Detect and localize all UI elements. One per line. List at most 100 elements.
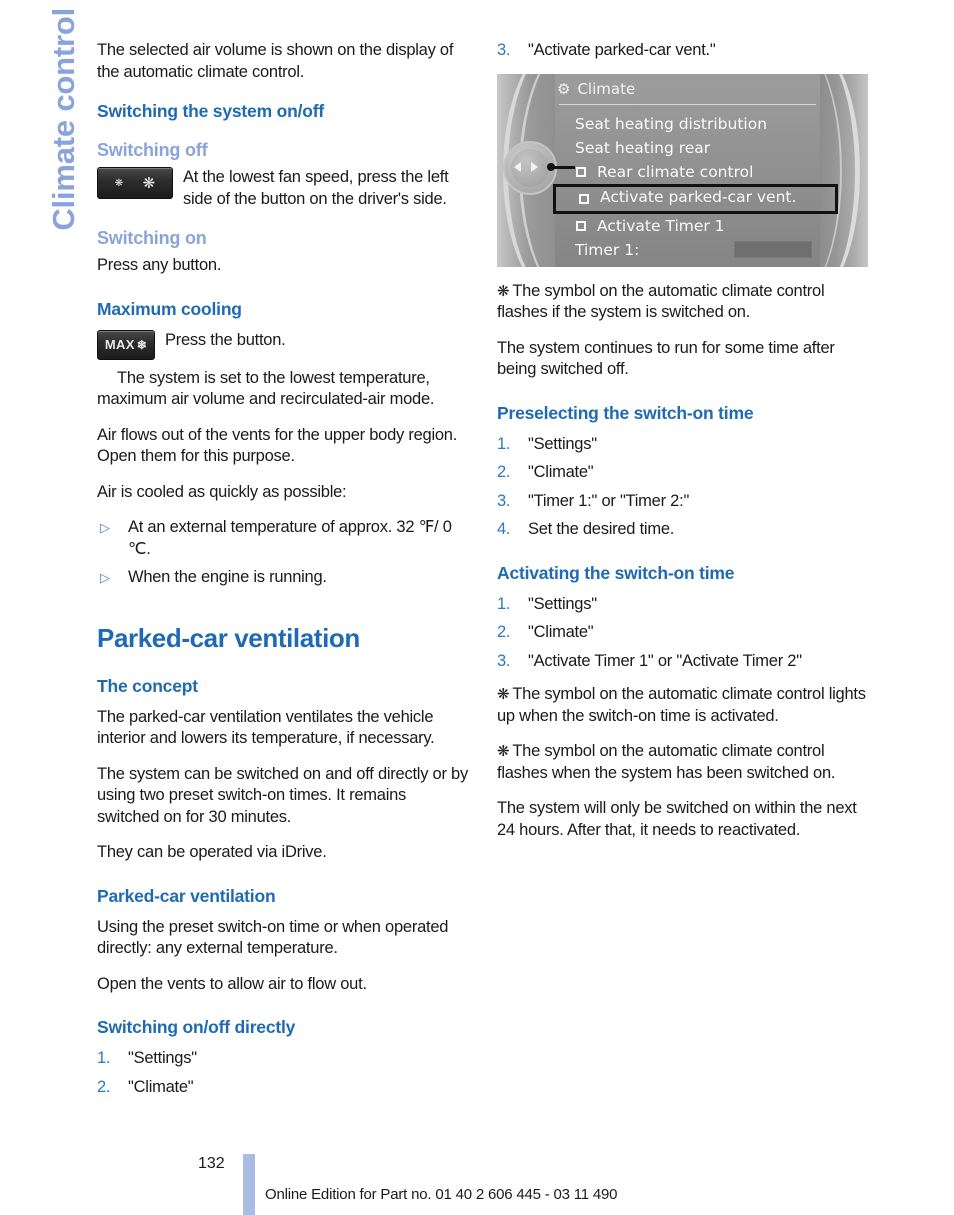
idrive-header: ⚙ Climate <box>557 80 820 98</box>
page-number: 132 <box>198 1155 225 1172</box>
continues-paragraph: The system continues to run for some tim… <box>497 338 835 379</box>
vents-paragraph: Air flows out of the vents for the upper… <box>97 425 458 466</box>
gear-icon: ⚙ <box>557 79 571 98</box>
step-label: "Settings" <box>128 1049 197 1067</box>
heading-switching-system: Switching the system on/off <box>97 101 324 121</box>
max-button-label: MAX <box>104 337 135 352</box>
step-number: 4. <box>497 520 511 538</box>
manual-page: Climate control The selected air volume … <box>0 0 954 1215</box>
fan-large-icon: ❋ <box>142 175 156 192</box>
activating-steps: 1. "Settings" 2. "Climate" 3. "Activate … <box>497 594 869 673</box>
idrive-title: Climate <box>577 79 636 98</box>
snowflake-icon: ❄ <box>136 337 148 352</box>
idrive-header-rule <box>559 103 816 105</box>
menu-item-timer-1[interactable]: Timer 1: <box>575 238 826 262</box>
list-item: ▷ At an external temperature of approx. … <box>97 517 469 560</box>
arrow-right-icon <box>531 161 538 172</box>
step-number: 3. <box>497 41 511 59</box>
triangle-bullet-icon: ▷ <box>100 520 110 535</box>
right-column: 3. "Activate parked-car vent." ⚙ Climate <box>497 40 869 855</box>
concept-paragraph-3: They can be operated via iDrive. <box>97 843 327 861</box>
chapter-side-tab: Climate control <box>46 8 81 231</box>
menu-item-label: Rear climate control <box>597 162 754 181</box>
menu-item-rear-climate-control[interactable]: Rear climate control <box>575 160 826 184</box>
menu-item-label: Activate Timer 1 <box>597 216 725 235</box>
list-item: 3. "Activate Timer 1" or "Activate Timer… <box>497 651 869 673</box>
step-label: "Activate Timer 1" or "Activate Timer 2" <box>528 651 802 670</box>
concept-paragraph-2: The system can be switched on and off di… <box>97 764 468 826</box>
step-label: "Climate" <box>528 463 594 481</box>
heading-preselecting: Preselecting the switch-on time <box>497 402 754 423</box>
leader-line <box>549 165 575 169</box>
list-item-label: At an external temperature of approx. 32… <box>128 518 452 558</box>
note-flashes-text: The symbol on the automatic climate cont… <box>497 281 825 322</box>
last-paragraph: The system will only be switched on with… <box>497 799 857 839</box>
pcv-paragraph-2: Open the vents to allow air to flow out. <box>97 974 367 993</box>
subheading-switching-off: Switching off <box>97 140 208 160</box>
menu-item-activate-timer-1[interactable]: Activate Timer 1 <box>575 214 826 238</box>
list-item: 3. "Timer 1:" or "Timer 2:" <box>497 491 869 513</box>
list-item: 1. "Settings" <box>97 1048 469 1070</box>
checkbox-icon[interactable] <box>579 193 589 204</box>
heading-parked-car-ventilation-2: Parked-car ventilation <box>97 885 276 906</box>
heading-maximum-cooling: Maximum cooling <box>97 298 242 319</box>
menu-item-activate-timer-2[interactable]: Activate Timer 2 <box>575 262 826 267</box>
step-number: 1. <box>497 594 511 613</box>
menu-item-seat-heating-rear[interactable]: Seat heating rear <box>575 136 826 160</box>
menu-item-label: Activate Timer 2 <box>597 265 725 267</box>
menu-item-activate-parked-car-vent[interactable]: Activate parked-car vent. <box>553 183 838 214</box>
note-lights-up: ❋ The symbol on the automatic climate con… <box>497 684 869 727</box>
max-cooling-button: MAX ❄ <box>97 329 155 360</box>
arrow-left-icon <box>514 161 521 172</box>
timer-1-value-field[interactable] <box>734 240 812 258</box>
list-item: 2. "Climate" <box>497 462 869 484</box>
list-item: 1. "Settings" <box>497 434 869 456</box>
note-flashes-2: ❋ The symbol on the automatic climate con… <box>497 741 869 784</box>
step-label: Set the desired time. <box>528 520 675 538</box>
step-number: 2. <box>97 1077 111 1096</box>
heading-the-concept: The concept <box>97 675 198 696</box>
menu-item-label: Seat heating distribution <box>575 114 768 133</box>
note-flashes: ❋ The symbol on the automatic climate con… <box>497 281 869 324</box>
pcv-paragraph-1: Using the preset switch-on time or when … <box>97 917 449 958</box>
list-item-label: When the engine is running. <box>128 568 327 586</box>
checkbox-icon[interactable] <box>576 166 586 177</box>
section-title-parked-car-ventilation: Parked-car ventilation <box>97 622 360 653</box>
step-number: 3. <box>497 651 511 670</box>
idrive-screen-figure: ⚙ Climate Seat heating distribution Seat… <box>497 73 868 267</box>
menu-item-seat-heating-distribution[interactable]: Seat heating distribution <box>575 112 826 136</box>
preselecting-steps: 1. "Settings" 2. "Climate" 3. "Timer 1:"… <box>497 434 869 541</box>
fan-symbol-icon: ❋ <box>497 686 510 703</box>
fan-button-figure-row: ❋ ❋ At the lowest fan speed, press the l… <box>97 167 469 210</box>
step-label: "Timer 1:" or "Timer 2:" <box>528 491 690 510</box>
fan-button-caption: At the lowest fan speed, press the left … <box>183 168 449 208</box>
menu-item-label: Activate parked-car vent. <box>600 187 797 206</box>
footer-accent-bar <box>243 1154 255 1215</box>
step-number: 1. <box>97 1049 111 1067</box>
subheading-switching-on: Switching on <box>97 228 207 248</box>
step-3-list: 3. "Activate parked-car vent." <box>497 40 869 62</box>
menu-item-label: Timer 1: <box>575 240 640 259</box>
list-item: ▷ When the engine is running. <box>97 567 469 589</box>
heading-switching-directly: Switching on/off directly <box>97 1017 296 1037</box>
idrive-bezel-right <box>820 73 868 267</box>
step-label: "Activate parked-car vent." <box>528 41 716 59</box>
intro-paragraph: The selected air volume is shown on the … <box>97 41 454 81</box>
heading-activating: Activating the switch-on time <box>497 562 735 583</box>
max-cooling-paragraph: The system is set to the lowest temperat… <box>97 368 435 409</box>
list-item: 1. "Settings" <box>497 594 869 616</box>
left-column: The selected air volume is shown on the … <box>97 40 469 1110</box>
list-item: 2. "Climate" <box>497 622 869 644</box>
note-flashes-2-text: The symbol on the automatic climate cont… <box>497 742 836 782</box>
step-number: 3. <box>497 491 511 510</box>
fan-symbol-icon: ❋ <box>497 282 510 300</box>
step-number: 2. <box>497 463 511 481</box>
note-lights-up-text: The symbol on the automatic climate cont… <box>497 685 866 725</box>
idrive-menu: Seat heating distribution Seat heating r… <box>553 112 838 267</box>
max-button-caption: Press the button. <box>165 330 286 349</box>
step-number: 1. <box>497 434 511 453</box>
step-label: "Climate" <box>528 623 594 641</box>
checkbox-icon[interactable] <box>576 220 586 231</box>
list-item: 4. Set the desired time. <box>497 519 869 541</box>
menu-item-label: Seat heating rear <box>575 138 711 157</box>
